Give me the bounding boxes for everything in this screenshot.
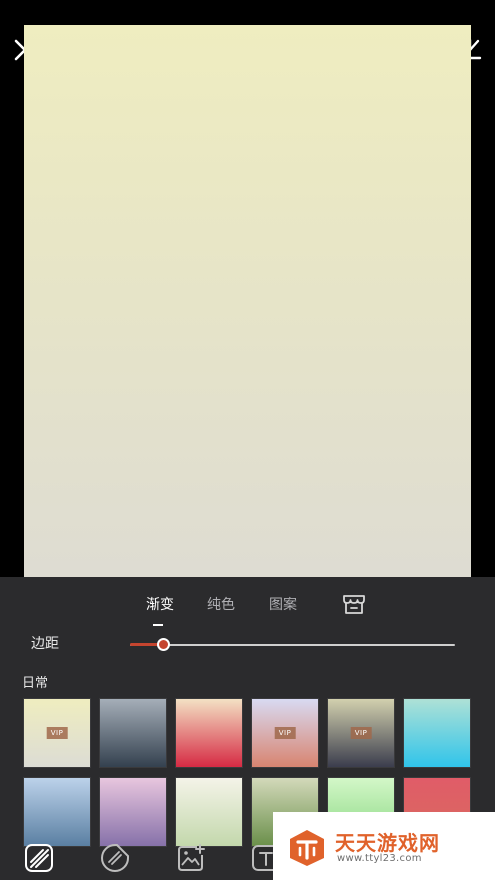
watermark-logo-icon bbox=[290, 830, 324, 866]
background-type-tabs: 渐变 纯色 图案 bbox=[0, 586, 495, 626]
add-image-tool[interactable] bbox=[176, 843, 206, 873]
gradient-swatch[interactable] bbox=[99, 777, 167, 847]
watermark-url: www.ttyl23.com bbox=[337, 853, 422, 864]
sticker-icon bbox=[101, 844, 129, 872]
gradient-swatch[interactable] bbox=[99, 698, 167, 768]
vip-badge: VIP bbox=[46, 727, 68, 739]
store-button[interactable] bbox=[340, 590, 368, 618]
gradient-swatch[interactable] bbox=[23, 777, 91, 847]
background-tool[interactable] bbox=[24, 843, 54, 873]
slider-thumb[interactable] bbox=[156, 638, 170, 651]
add-image-icon bbox=[178, 844, 205, 871]
store-icon bbox=[343, 595, 365, 614]
margin-slider[interactable] bbox=[130, 637, 455, 653]
tab-gradient[interactable]: 渐变 bbox=[146, 594, 174, 614]
vip-badge: VIP bbox=[274, 727, 296, 739]
gradient-swatch[interactable] bbox=[403, 698, 471, 768]
gradient-swatch[interactable]: VIP bbox=[23, 698, 91, 768]
background-preview bbox=[24, 25, 471, 577]
site-watermark: 天天游戏网 www.ttyl23.com bbox=[273, 812, 495, 880]
margin-label: 边距 bbox=[31, 636, 59, 652]
sticker-tool[interactable] bbox=[100, 843, 130, 873]
gradient-swatch[interactable]: VIP bbox=[327, 698, 395, 768]
section-title: 日常 bbox=[22, 676, 49, 691]
vip-badge: VIP bbox=[350, 727, 372, 739]
slider-track bbox=[130, 644, 455, 646]
background-pattern-icon bbox=[25, 844, 53, 872]
gradient-swatch[interactable]: VIP bbox=[251, 698, 319, 768]
tab-solid-color[interactable]: 纯色 bbox=[207, 594, 235, 614]
active-tab-indicator bbox=[153, 624, 163, 626]
gradient-swatch[interactable] bbox=[175, 698, 243, 768]
gradient-swatch[interactable] bbox=[175, 777, 243, 847]
tab-pattern[interactable]: 图案 bbox=[269, 594, 297, 614]
watermark-title: 天天游戏网 bbox=[335, 831, 440, 855]
